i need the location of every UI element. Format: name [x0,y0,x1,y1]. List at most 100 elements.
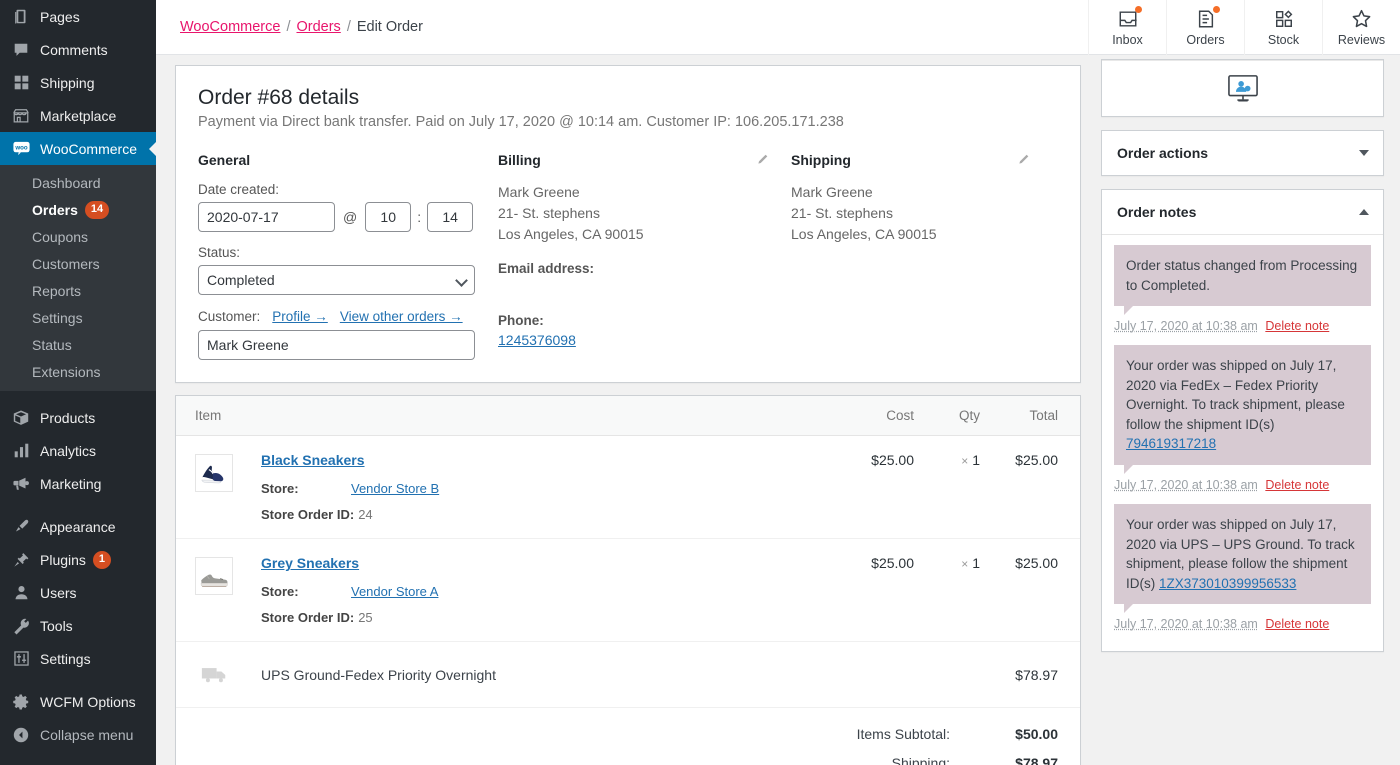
sidebar-item-marketing[interactable]: Marketing [0,467,156,500]
item-store-order-id-row: Store Order ID: 24 [261,507,828,522]
sidebar-item-woocommerce[interactable]: woo WooCommerce [0,132,156,165]
item-store-row: Store: Vendor Store A [261,584,828,599]
at-symbol: @ [343,209,358,226]
sidebar-subitem-customers[interactable]: Customers [0,250,156,277]
sidebar-item-products[interactable]: Products [0,401,156,434]
sidebar-item-users[interactable]: Users [0,576,156,609]
list-item: Your order was shipped on July 17, 2020 … [1114,345,1371,492]
tracking-link[interactable]: 794619317218 [1126,436,1216,451]
order-main-column: Order #68 details Payment via Direct ban… [156,55,1091,765]
topbar-icon-label: Orders [1186,32,1225,47]
shipping-name: Mark Greene [791,184,873,201]
breadcrumb-separator: / [286,19,291,35]
topbar-reviews-button[interactable]: Reviews [1322,0,1400,55]
item-cost: $25.00 [871,452,914,469]
woocommerce-admin-screen: Pages Comments Shipping Marketplace woo … [0,0,1400,765]
order-notes-header[interactable]: Order notes [1102,190,1383,234]
date-created-input[interactable] [198,202,335,233]
breadcrumb-woocommerce[interactable]: WooCommerce [180,19,280,35]
totals-label: Items Subtotal: [856,726,950,743]
products-box-icon [11,408,31,428]
store-link[interactable]: Vendor Store B [351,481,439,496]
customer-profile-link[interactable]: Profile → [272,309,328,324]
sidebar-item-appearance[interactable]: Appearance [0,510,156,543]
item-name-link[interactable]: Grey Sneakers [261,555,359,571]
items-table-header: Item Cost Qty Total [176,396,1080,437]
sidebar-item-plugins[interactable]: Plugins 1 [0,543,156,576]
tracking-link[interactable]: 1ZX373010399956533 [1159,576,1296,591]
store-link[interactable]: Vendor Store A [351,584,438,599]
customer-monitor-icon[interactable] [1102,60,1383,116]
store-order-id-value: 25 [358,610,373,626]
shipping-line-row[interactable]: UPS Ground-Fedex Priority Overnight $78.… [176,642,1080,709]
truck-icon [195,665,233,685]
sidebar-item-label: Users [40,584,77,601]
sidebar-subitem-label: Dashboard [32,174,101,191]
sidebar-subitem-label: Customers [32,255,100,272]
sidebar-item-shipping[interactable]: Shipping [0,66,156,99]
sidebar-item-label: Collapse menu [40,726,134,743]
status-select[interactable]: Completed [198,265,475,296]
analytics-bars-icon [11,441,31,461]
table-row[interactable]: Grey Sneakers Store: Vendor Store A Stor… [176,539,1080,643]
customer-input[interactable] [198,330,475,361]
customer-other-orders-link[interactable]: View other orders → [340,309,463,324]
billing-heading: Billing [498,152,541,169]
breadcrumb-orders[interactable]: Orders [296,19,340,35]
order-actions-panel[interactable]: Order actions [1101,130,1384,176]
sidebar-divider [0,675,156,685]
delete-note-link[interactable]: Delete note [1265,478,1329,492]
sidebar-divider [0,500,156,510]
order-actions-header[interactable]: Order actions [1102,131,1383,175]
store-order-id-label: Store Order ID: [261,610,355,626]
edit-shipping-pencil-icon[interactable] [1017,153,1030,171]
delete-note-link[interactable]: Delete note [1265,617,1329,631]
breadcrumb-separator: / [346,19,351,35]
table-row[interactable]: Black Sneakers Store: Vendor Store B Sto… [176,436,1080,540]
sidebar-item-marketplace[interactable]: Marketplace [0,99,156,132]
delete-note-link[interactable]: Delete note [1265,319,1329,333]
sidebar-item-wcfm-options[interactable]: WCFM Options [0,685,156,718]
sidebar-item-analytics[interactable]: Analytics [0,434,156,467]
topbar-orders-button[interactable]: Orders [1166,0,1244,55]
chevron-up-icon[interactable] [1359,209,1369,215]
minute-input[interactable] [427,202,474,233]
sidebar-subitem-extensions[interactable]: Extensions [0,358,156,385]
sidebar-item-label: Appearance [40,518,116,535]
sidebar-item-label: Comments [40,41,108,58]
grey-sneaker-thumb [195,557,233,596]
sidebar-item-pages[interactable]: Pages [0,0,156,33]
time-colon: : [417,209,422,226]
sidebar-subitem-settings[interactable]: Settings [0,304,156,331]
users-icon [11,583,31,603]
shipping-grid-icon [11,73,31,93]
order-details-panel: Order #68 details Payment via Direct ban… [175,65,1081,384]
sidebar-item-comments[interactable]: Comments [0,33,156,66]
top-bar: WooCommerce / Orders / Edit Order Inbox [156,0,1400,55]
qty-multiplier: × [961,557,969,572]
status-select-wrapper: Completed [198,265,475,296]
sidebar-subitem-label: Settings [32,309,83,326]
shipping-column: Shipping Mark Greene 21- St. stephens Lo… [791,152,1058,360]
topbar-inbox-button[interactable]: Inbox [1088,0,1166,55]
sidebar-item-settings[interactable]: Settings [0,642,156,675]
chevron-down-icon[interactable] [1359,150,1369,156]
plugins-count-badge: 1 [92,550,112,569]
billing-phone-value[interactable]: 1245376098 [498,332,576,348]
hour-input[interactable] [365,202,412,233]
sidebar-subitem-status[interactable]: Status [0,331,156,358]
sidebar-subitem-coupons[interactable]: Coupons [0,223,156,250]
edit-billing-pencil-icon[interactable] [756,153,769,171]
topbar-stock-button[interactable]: Stock [1244,0,1322,55]
sidebar-subitem-dashboard[interactable]: Dashboard [0,169,156,196]
tools-wrench-icon [11,616,31,636]
item-name-link[interactable]: Black Sneakers [261,452,365,468]
sidebar-subitem-orders[interactable]: Orders 14 [0,196,156,223]
sidebar-subitem-label: Orders [32,201,78,218]
item-details: Grey Sneakers Store: Vendor Store A Stor… [261,555,828,625]
general-column: General Date created: @ : Status: [198,152,498,361]
sidebar-subitem-reports[interactable]: Reports [0,277,156,304]
sidebar-item-tools[interactable]: Tools [0,609,156,642]
sidebar-item-collapse-menu[interactable]: Collapse menu [0,718,156,751]
reviews-star-icon [1351,8,1372,30]
